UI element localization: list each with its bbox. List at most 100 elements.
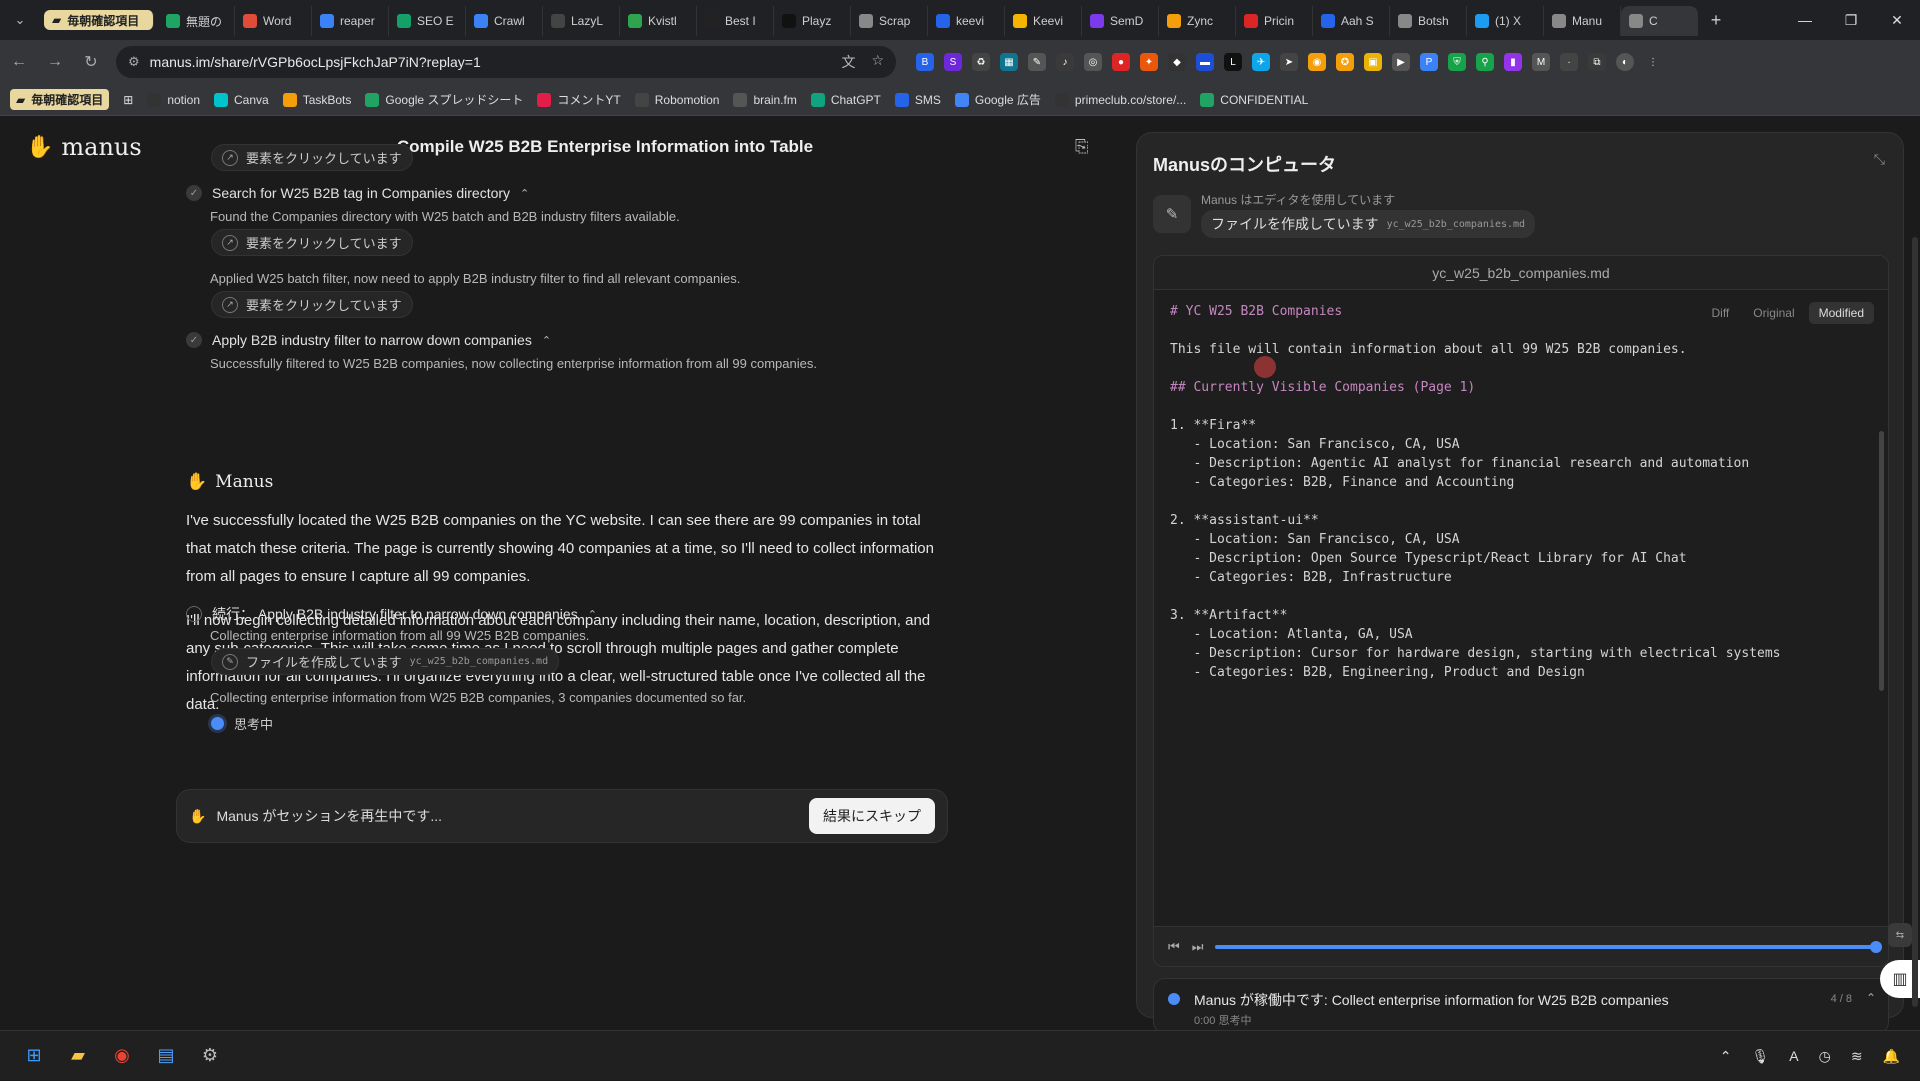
- tab-pinned[interactable]: ▰ 毎朝確認項目: [44, 10, 154, 30]
- bookmark-item[interactable]: primeclub.co/store/...: [1054, 91, 1186, 108]
- extension-icon[interactable]: ◆: [1168, 53, 1186, 71]
- extension-icon[interactable]: ▬: [1196, 53, 1214, 71]
- step-item[interactable]: ✓ Apply B2B industry filter to narrow dow…: [186, 332, 551, 348]
- bookmark-item[interactable]: Robomotion: [634, 91, 719, 108]
- tab-search-button[interactable]: ⌄: [0, 0, 40, 40]
- extension-icon[interactable]: ✪: [1336, 53, 1354, 71]
- chevron-up-icon[interactable]: ⌃: [588, 608, 597, 621]
- clock-icon[interactable]: ◷: [1819, 1048, 1831, 1065]
- notepad-icon[interactable]: ▤: [146, 1036, 186, 1076]
- extension-icon[interactable]: ▮: [1504, 53, 1522, 71]
- shield-icon[interactable]: ⛨: [1448, 53, 1466, 71]
- browser-tab[interactable]: Kvistl: [620, 6, 697, 36]
- close-window-button[interactable]: ✕: [1874, 0, 1920, 40]
- playback-progress[interactable]: [1215, 940, 1882, 953]
- action-pill[interactable]: ✎ ファイルを作成しています yc_w25_b2b_companies.md: [211, 648, 560, 675]
- browser-tab[interactable]: Playz: [774, 6, 851, 36]
- bookmark-item[interactable]: CONFIDENTIAL: [1200, 91, 1308, 108]
- translate-icon[interactable]: 文: [841, 52, 855, 72]
- chevron-up-icon[interactable]: ⌃: [542, 334, 551, 347]
- page-scrollbar[interactable]: [1912, 237, 1918, 1007]
- extension-icon[interactable]: ⚲: [1476, 53, 1494, 71]
- extension-icon[interactable]: L: [1224, 53, 1242, 71]
- browser-tab[interactable]: Zync: [1159, 6, 1236, 36]
- extension-icon[interactable]: M: [1532, 53, 1550, 71]
- bookmark-item[interactable]: ChatGPT: [810, 91, 881, 108]
- action-pill[interactable]: ↗ 要素をクリックしています: [211, 229, 413, 256]
- new-tab-button[interactable]: +: [1698, 10, 1734, 31]
- bookmark-item[interactable]: Google スプレッドシート: [365, 91, 523, 108]
- minimize-button[interactable]: —: [1782, 0, 1828, 40]
- reload-button[interactable]: ↻: [74, 45, 108, 79]
- chrome-icon[interactable]: ◉: [102, 1036, 142, 1076]
- extension-icon[interactable]: ➤: [1280, 53, 1298, 71]
- manus-logo[interactable]: ✋ manus: [26, 133, 142, 161]
- browser-tab[interactable]: SemD: [1082, 6, 1159, 36]
- site-info-icon[interactable]: ⚙: [128, 54, 140, 70]
- task-status-card[interactable]: Manus が稼働中です: Collect enterprise informa…: [1153, 978, 1889, 1034]
- maximize-button[interactable]: ❐: [1828, 0, 1874, 40]
- bookmark-item[interactable]: SMS: [894, 91, 941, 108]
- extension-icon[interactable]: ✦: [1140, 53, 1158, 71]
- extension-icon[interactable]: ✎: [1028, 53, 1046, 71]
- address-bar[interactable]: ⚙ manus.im/share/rVGPb6ocLpsjFkchJaP7iN?…: [116, 46, 896, 78]
- browser-tab[interactable]: Scrap: [851, 6, 928, 36]
- browser-tab[interactable]: Word: [235, 6, 312, 36]
- extension-icon[interactable]: ◉: [1308, 53, 1326, 71]
- editor-scrollbar[interactable]: [1879, 431, 1884, 691]
- bookmark-item[interactable]: Google 広告: [954, 91, 1041, 108]
- microphone-icon[interactable]: 🎙: [1751, 1048, 1769, 1065]
- browser-menu-icon[interactable]: ⋮: [1644, 53, 1662, 71]
- progress-handle[interactable]: [1870, 940, 1882, 953]
- bookmark-item[interactable]: notion: [147, 91, 200, 108]
- back-button[interactable]: ←: [2, 45, 36, 79]
- browser-tab[interactable]: Best I: [697, 6, 774, 36]
- profile-avatar[interactable]: ◐: [1616, 53, 1634, 71]
- action-pill[interactable]: ↗ 要素をクリックしています: [211, 291, 413, 318]
- extension-icon[interactable]: ♻: [972, 53, 990, 71]
- file-explorer-icon[interactable]: ▰: [58, 1036, 98, 1076]
- skip-to-result-button[interactable]: 結果にスキップ: [809, 798, 935, 834]
- ime-icon[interactable]: A: [1789, 1048, 1798, 1064]
- skip-back-icon[interactable]: ⏮: [1168, 939, 1180, 955]
- extension-icon[interactable]: S: [944, 53, 962, 71]
- browser-tab[interactable]: Botsh: [1390, 6, 1467, 36]
- extension-icon[interactable]: ◎: [1084, 53, 1102, 71]
- browser-tab[interactable]: SEO E: [389, 6, 466, 36]
- chevron-up-icon[interactable]: ⌃: [520, 187, 529, 200]
- settings-icon[interactable]: ⚙: [190, 1036, 230, 1076]
- windows-start-icon[interactable]: ⊞: [14, 1036, 54, 1076]
- browser-tab[interactable]: Manu: [1544, 6, 1621, 36]
- browser-tab[interactable]: Aah S: [1313, 6, 1390, 36]
- forward-button[interactable]: →: [38, 45, 72, 79]
- collapse-icon[interactable]: ⤡: [1874, 151, 1885, 168]
- notification-icon[interactable]: 🔔: [1883, 1048, 1900, 1065]
- extension-icon[interactable]: P: [1420, 53, 1438, 71]
- microphone-icon[interactable]: ♪: [1056, 53, 1074, 71]
- action-pill[interactable]: ↗ 要素をクリックしています: [211, 144, 413, 171]
- chevron-up-icon[interactable]: ⌃: [1720, 1048, 1732, 1065]
- bookmark-item[interactable]: brain.fm: [733, 91, 797, 108]
- bookmark-item[interactable]: TaskBots: [282, 91, 351, 108]
- browser-tab[interactable]: (1) X: [1467, 6, 1544, 36]
- browser-tab[interactable]: reaper: [312, 6, 389, 36]
- bookmark-item[interactable]: コメントYT: [537, 91, 621, 108]
- apps-grid-icon[interactable]: ⊞: [123, 93, 133, 107]
- record-icon[interactable]: ●: [1112, 53, 1130, 71]
- bookmark-star-icon[interactable]: ☆: [871, 52, 884, 72]
- share-icon[interactable]: ⎘: [1075, 137, 1089, 157]
- extension-icon[interactable]: ✈: [1252, 53, 1270, 71]
- bookmark-item[interactable]: Canva: [214, 91, 269, 108]
- wifi-icon[interactable]: ≋: [1851, 1048, 1863, 1065]
- browser-tab[interactable]: LazyL: [543, 6, 620, 36]
- extension-icon[interactable]: ▣: [1364, 53, 1382, 71]
- extension-icon[interactable]: ▶: [1392, 53, 1410, 71]
- step-item[interactable]: 続行： Apply B2B industry filter to narrow …: [186, 604, 597, 624]
- chevron-up-icon[interactable]: ⌃: [1866, 991, 1876, 1005]
- step-item[interactable]: ✓ Search for W25 B2B tag in Companies dir…: [186, 185, 529, 201]
- browser-tab[interactable]: C: [1621, 6, 1698, 36]
- browser-tab[interactable]: Pricin: [1236, 6, 1313, 36]
- browser-tab[interactable]: Keevi: [1005, 6, 1082, 36]
- browser-tab[interactable]: 無題の: [158, 6, 235, 36]
- extension-icon[interactable]: ▦: [1000, 53, 1018, 71]
